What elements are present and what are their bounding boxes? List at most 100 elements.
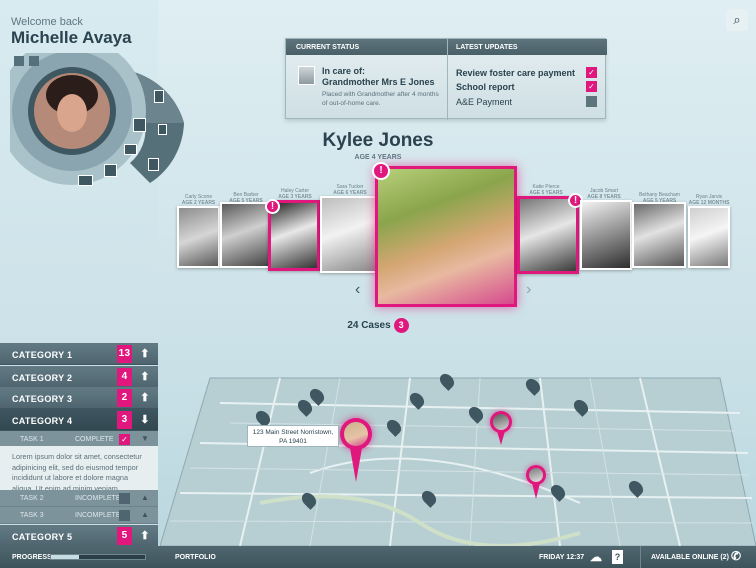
task-label: TASK 1 bbox=[20, 436, 44, 443]
category-row[interactable]: CATEGORY 2 4 ⬆ bbox=[0, 366, 158, 388]
task-status: COMPLETE bbox=[75, 436, 114, 443]
expand-icon[interactable]: ▲ bbox=[141, 493, 149, 502]
thumb-label: Ryan Jarvis AGE 12 MONTHS bbox=[688, 194, 730, 206]
arrow-up-icon[interactable]: ⬆ bbox=[137, 346, 153, 362]
category-row[interactable]: CATEGORY 5 5 ⬆ bbox=[0, 525, 158, 547]
arrow-up-icon[interactable]: ⬆ bbox=[137, 390, 153, 406]
cases-label: 24 Cases bbox=[347, 320, 391, 331]
address-callout: 123 Main Street Norristown, PA 19401 bbox=[247, 425, 339, 447]
avatar bbox=[493, 414, 509, 430]
share-icon[interactable] bbox=[29, 56, 39, 66]
thumb-label: Katie Pierce AGE 5 YEARS bbox=[529, 184, 563, 196]
child-thumbnail[interactable] bbox=[177, 206, 220, 268]
progress-label: PROGRESS bbox=[12, 554, 52, 561]
alert-icon: ! bbox=[265, 199, 280, 214]
arrow-up-icon[interactable]: ⬆ bbox=[137, 369, 153, 385]
task-description: Lorem ipsum dolor sit amet, consectetur … bbox=[0, 446, 158, 493]
avatar bbox=[529, 468, 543, 482]
selected-child-photo[interactable] bbox=[375, 166, 517, 307]
category-count: 2 bbox=[117, 389, 132, 407]
pin-tail bbox=[532, 483, 540, 499]
category-count: 13 bbox=[117, 345, 132, 363]
notes-icon[interactable] bbox=[154, 90, 164, 103]
avatar bbox=[344, 422, 368, 446]
online-status[interactable]: AVAILABLE ONLINE (2) bbox=[651, 554, 729, 561]
thumb-label: Jacob Smart AGE 8 YEARS bbox=[587, 188, 621, 200]
progress-bar bbox=[50, 554, 146, 560]
child-pin[interactable] bbox=[490, 411, 512, 433]
arrow-down-icon[interactable]: ⬇ bbox=[137, 412, 153, 428]
category-label: CATEGORY 1 bbox=[12, 350, 73, 360]
update-item[interactable]: School report bbox=[456, 82, 515, 92]
task-label: TASK 3 bbox=[20, 512, 44, 519]
clock: FRIDAY 12:37 bbox=[539, 554, 585, 561]
update-item[interactable]: Review foster care payment bbox=[456, 68, 575, 78]
child-thumbnail[interactable] bbox=[688, 206, 730, 268]
child-thumbnail[interactable] bbox=[632, 202, 686, 268]
prev-arrow-icon[interactable]: ‹ bbox=[355, 281, 360, 299]
alert-icon: ! bbox=[372, 162, 390, 180]
update-checkbox[interactable] bbox=[586, 96, 597, 107]
category-row[interactable]: CATEGORY 4 3 ⬇ bbox=[0, 409, 158, 431]
divider bbox=[640, 546, 641, 568]
care-label: In care of: bbox=[322, 66, 366, 76]
cases-summary[interactable]: 24 Cases 3 bbox=[0, 318, 756, 333]
category-label: CATEGORY 5 bbox=[12, 532, 73, 542]
task-checkbox[interactable] bbox=[119, 493, 130, 504]
category-label: CATEGORY 2 bbox=[12, 373, 73, 383]
current-status-title: CURRENT STATUS bbox=[296, 44, 360, 51]
category-label: CATEGORY 4 bbox=[12, 416, 73, 426]
child-age: AGE 4 YEARS bbox=[354, 154, 402, 161]
category-row[interactable]: CATEGORY 3 2 ⬆ bbox=[0, 387, 158, 409]
cases-badge: 3 bbox=[393, 318, 409, 333]
bottom-bar: PROGRESS PORTFOLIO FRIDAY 12:37 ☁ ? AVAI… bbox=[0, 546, 756, 568]
task-status: INCOMPLETE bbox=[75, 512, 121, 519]
child-thumbnail[interactable] bbox=[320, 196, 377, 273]
thumb-label: Carly Scone AGE 2 YEARS bbox=[181, 194, 216, 206]
category-count: 3 bbox=[117, 411, 132, 429]
progress-fill bbox=[51, 555, 80, 559]
care-name: Grandmother Mrs E Jones bbox=[322, 77, 435, 87]
task-checkbox[interactable] bbox=[119, 510, 130, 521]
calendar-icon[interactable] bbox=[104, 164, 117, 177]
arrow-up-icon[interactable]: ⬆ bbox=[137, 528, 153, 544]
help-icon[interactable]: ? bbox=[612, 550, 623, 564]
id-card-icon[interactable] bbox=[78, 175, 93, 186]
avatar bbox=[298, 66, 315, 85]
selected-child-pin[interactable] bbox=[340, 418, 372, 450]
portfolio-link[interactable]: PORTFOLIO bbox=[175, 554, 216, 561]
pin-tail bbox=[497, 431, 505, 445]
category-label: CATEGORY 3 bbox=[12, 394, 73, 404]
next-arrow-icon[interactable]: › bbox=[526, 281, 531, 299]
expand-icon[interactable]: ▲ bbox=[141, 510, 149, 519]
task-row[interactable]: TASK 2 INCOMPLETE ▲ bbox=[0, 490, 158, 507]
task-row[interactable]: TASK 3 INCOMPLETE ▲ bbox=[0, 507, 158, 524]
update-item[interactable]: A&E Payment bbox=[456, 97, 512, 107]
status-card: CURRENT STATUS LATEST UPDATES In care of… bbox=[285, 38, 607, 120]
update-checkbox[interactable]: ✓ bbox=[586, 67, 597, 78]
latest-updates-title: LATEST UPDATES bbox=[456, 44, 518, 51]
phone-icon[interactable]: ✆ bbox=[731, 549, 741, 563]
task-checkbox[interactable]: ✓ bbox=[119, 434, 130, 445]
search-icon[interactable]: ⌕ bbox=[726, 9, 748, 31]
welcome-text: Welcome back bbox=[11, 16, 83, 28]
divider bbox=[447, 39, 448, 120]
collapse-icon[interactable]: ▼ bbox=[141, 434, 149, 443]
edit-icon[interactable] bbox=[14, 56, 24, 66]
update-checkbox[interactable]: ✓ bbox=[586, 81, 597, 92]
address-line: PA 19401 bbox=[279, 438, 307, 445]
child-pin[interactable] bbox=[526, 465, 546, 485]
address-line: 123 Main Street Norristown, bbox=[252, 429, 334, 436]
child-thumbnail[interactable] bbox=[580, 200, 632, 270]
category-count: 4 bbox=[117, 368, 132, 386]
care-note: Placed with Grandmother after 4 months o… bbox=[322, 91, 439, 107]
child-thumbnail[interactable] bbox=[220, 202, 270, 268]
pin-tail bbox=[350, 448, 362, 482]
child-thumbnail[interactable] bbox=[517, 196, 579, 274]
weather-icon[interactable]: ☁ bbox=[590, 550, 602, 564]
task-status: INCOMPLETE bbox=[75, 495, 121, 502]
profile-menu-wheel bbox=[10, 53, 184, 185]
category-count: 5 bbox=[117, 527, 132, 545]
category-row[interactable]: CATEGORY 1 13 ⬆ bbox=[0, 343, 158, 365]
case-map[interactable] bbox=[160, 373, 756, 546]
